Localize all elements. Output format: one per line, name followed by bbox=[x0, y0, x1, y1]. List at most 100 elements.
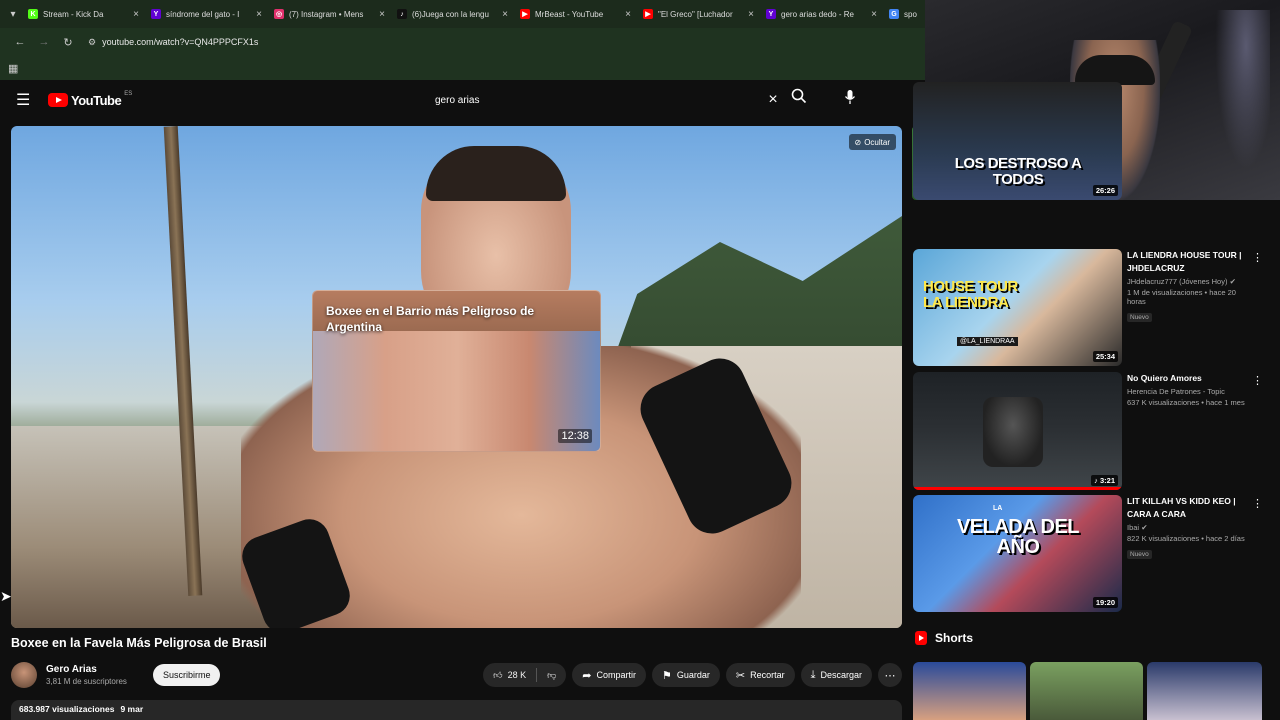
mouse-cursor-icon: ➤ bbox=[0, 588, 12, 604]
video-player[interactable]: ⊘ Ocultar Boxee en el Barrio más Peligro… bbox=[11, 126, 902, 628]
hide-endcards-button[interactable]: ⊘ Ocultar bbox=[848, 134, 896, 150]
subscribe-button[interactable]: Suscribirme bbox=[152, 664, 221, 686]
clear-search-icon[interactable]: × bbox=[761, 91, 785, 109]
video-thumbnail[interactable]: ♪ 3:21 bbox=[913, 372, 1122, 490]
subscriber-count: 3,81 M de suscriptores bbox=[46, 677, 127, 686]
streamer-cap bbox=[1075, 55, 1155, 85]
search-icon[interactable] bbox=[791, 88, 807, 107]
close-tab-icon[interactable]: × bbox=[256, 9, 262, 20]
more-options-icon[interactable]: ⋮ bbox=[1252, 497, 1263, 510]
tab-title: MrBeast - YouTube bbox=[535, 9, 604, 19]
endcard-title: Boxee en el Barrio más Peligroso de Arge… bbox=[326, 304, 535, 335]
browser-tab[interactable]: ▶ "El Greco" [Luchador × bbox=[637, 3, 760, 25]
youtube-logo[interactable]: YouTube ES bbox=[48, 91, 132, 108]
tab-title: spo bbox=[904, 9, 917, 19]
scissors-icon: ✂ bbox=[735, 669, 746, 682]
recommendation-channel[interactable]: Herencia De Patrones - Topic bbox=[1127, 387, 1255, 396]
browser-tab[interactable]: ♪ (6)Juega con la lengu × bbox=[391, 3, 514, 25]
video-thumbnail[interactable]: LA VELADA DEL AÑO 19:20 bbox=[913, 495, 1122, 612]
recommendations-sidebar: LOS DESTROSO A TODOS 26:26 HOUSE TOUR LA… bbox=[912, 82, 1280, 720]
youtube-icon: ▶ bbox=[520, 9, 530, 19]
close-tab-icon[interactable]: × bbox=[748, 9, 754, 20]
close-tab-icon[interactable]: × bbox=[379, 9, 385, 20]
video-title: Boxee en la Favela Más Peligrosa de Bras… bbox=[11, 636, 267, 650]
recommendation-channel[interactable]: JHdelacruz777 (Jóvenes Hoy) ✔ bbox=[1127, 277, 1255, 286]
tab-search-chevron-icon[interactable]: ▾ bbox=[4, 4, 22, 24]
tab-title: (7) Instagram • Mens bbox=[289, 9, 364, 19]
browser-tab[interactable]: Gspo bbox=[883, 3, 923, 25]
endscreen-video-card[interactable]: Boxee en el Barrio más Peligroso de Arge… bbox=[312, 290, 601, 452]
like-button[interactable]: 👍︎ 28 K bbox=[483, 663, 536, 687]
short-thumbnail[interactable] bbox=[1030, 662, 1143, 720]
video-duration: 25:34 bbox=[1092, 351, 1118, 362]
short-thumbnail[interactable] bbox=[913, 662, 1026, 720]
address-bar-row: ← → ↻ ⚙ youtube.com/watch?v=QN4PPPCFX1s bbox=[0, 28, 925, 56]
dislike-button[interactable]: 👎︎ bbox=[537, 663, 566, 687]
reload-icon[interactable]: ↻ bbox=[56, 36, 80, 49]
video-duration: 26:26 bbox=[1092, 185, 1118, 196]
thumbnail-text: VELADA DEL AÑO bbox=[956, 516, 1080, 558]
new-badge: Nuevo bbox=[1127, 312, 1152, 322]
close-tab-icon[interactable]: × bbox=[871, 9, 877, 20]
download-button[interactable]: ⤓ Descargar bbox=[800, 663, 872, 687]
channel-name[interactable]: Gero Arias bbox=[46, 664, 127, 675]
yahoo-icon: Y bbox=[151, 9, 161, 19]
yahoo-icon: Y bbox=[766, 9, 776, 19]
voice-search-icon[interactable] bbox=[838, 86, 862, 114]
thumbs-down-icon: 👎︎ bbox=[547, 669, 557, 680]
close-tab-icon[interactable]: × bbox=[502, 9, 508, 20]
thumbnail-handle: @LA_LIENDRAA bbox=[957, 337, 1018, 346]
tab-title: "El Greco" [Luchador bbox=[658, 9, 733, 19]
view-count: 683.987 visualizaciones bbox=[19, 704, 115, 714]
browser-tab-strip: ▾ K Stream - Kick Da × Ysíndrome del gato -… bbox=[0, 0, 925, 28]
video-actions: 👍︎ 28 K 👎︎ ➦ Compartir ⚑ Guardar ✂ Recor… bbox=[483, 663, 902, 687]
watch-progress-bar bbox=[913, 487, 1122, 490]
tab-title: gero arias dedo - Re bbox=[781, 9, 854, 19]
clip-label: Recortar bbox=[750, 670, 785, 680]
thumbs-up-icon: 👍︎ bbox=[493, 669, 503, 680]
youtube-header: ☰ YouTube ES gero arias × bbox=[0, 80, 925, 120]
url-field[interactable]: ⚙ youtube.com/watch?v=QN4PPPCFX1s bbox=[88, 37, 258, 48]
share-label: Compartir bbox=[596, 670, 636, 680]
hide-label: Ocultar bbox=[864, 137, 890, 147]
recommendation-title[interactable]: LA LIENDRA HOUSE TOUR | JHDELACRUZ bbox=[1127, 249, 1255, 275]
site-info-icon[interactable]: ⚙ bbox=[88, 37, 96, 48]
search-input[interactable]: gero arias × bbox=[425, 86, 785, 114]
save-button[interactable]: ⚑ Guardar bbox=[651, 663, 720, 687]
video-duration: 19:20 bbox=[1092, 597, 1118, 608]
clip-button[interactable]: ✂ Recortar bbox=[725, 663, 795, 687]
recommendation-title[interactable]: No Quiero Amores bbox=[1127, 372, 1255, 385]
close-tab-icon[interactable]: × bbox=[133, 9, 139, 20]
bookmarks-bar: ▦ bbox=[0, 56, 925, 80]
more-options-icon[interactable]: ⋮ bbox=[1252, 251, 1263, 264]
video-thumbnail[interactable]: HOUSE TOUR LA LIENDRA @LA_LIENDRAA 25:34 bbox=[913, 249, 1122, 366]
more-actions-icon[interactable]: ⋯ bbox=[878, 663, 902, 687]
apps-grid-icon[interactable]: ▦ bbox=[8, 62, 18, 75]
tab-title: Stream - Kick Da bbox=[43, 9, 104, 19]
recommendation-title[interactable]: LIT KILLAH VS KIDD KEO | CARA A CARA bbox=[1127, 495, 1255, 521]
description-box[interactable]: 683.987 visualizaciones 9 mar bbox=[11, 700, 902, 720]
recommendation-channel[interactable]: Ibai ✔ bbox=[1127, 523, 1255, 532]
more-options-icon[interactable]: ⋮ bbox=[1252, 374, 1263, 387]
browser-tab[interactable]: ◎ (7) Instagram • Mens × bbox=[268, 3, 391, 25]
video-thumbnail[interactable]: LOS DESTROSO A TODOS 26:26 bbox=[913, 82, 1122, 200]
back-icon[interactable]: ← bbox=[8, 36, 32, 48]
channel-avatar[interactable] bbox=[11, 662, 37, 688]
browser-tab[interactable]: Ysíndrome del gato - I × bbox=[145, 3, 268, 25]
tabs-container: K Stream - Kick Da × Ysíndrome del gato - I… bbox=[22, 3, 923, 25]
eye-off-icon: ⊘ bbox=[854, 137, 862, 147]
browser-tab[interactable]: K Stream - Kick Da × bbox=[22, 3, 145, 25]
share-button[interactable]: ➦ Compartir bbox=[572, 663, 646, 687]
browser-tab[interactable]: Ygero arias dedo - Re × bbox=[760, 3, 883, 25]
recommendation-stats: 1 M de visualizaciones • hace 20 horas bbox=[1127, 287, 1236, 306]
instagram-icon: ◎ bbox=[274, 9, 284, 19]
download-label: Descargar bbox=[820, 670, 862, 680]
close-tab-icon[interactable]: × bbox=[625, 9, 631, 20]
search-query: gero arias bbox=[435, 94, 480, 106]
forward-icon[interactable]: → bbox=[32, 36, 56, 48]
browser-tab[interactable]: ▶ MrBeast - YouTube × bbox=[514, 3, 637, 25]
short-thumbnail[interactable] bbox=[1147, 662, 1262, 720]
bookmark-icon: ⚑ bbox=[661, 669, 672, 682]
youtube-icon: ▶ bbox=[643, 9, 653, 19]
hamburger-menu-icon[interactable]: ☰ bbox=[16, 90, 32, 110]
